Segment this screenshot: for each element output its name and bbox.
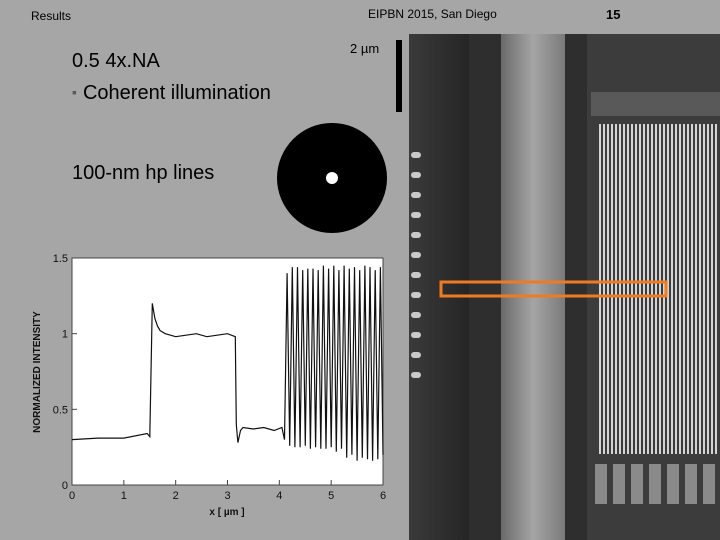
edge-mark bbox=[411, 192, 421, 198]
grating-line bbox=[675, 124, 677, 454]
grating-line bbox=[607, 124, 609, 454]
pupil-diagram bbox=[277, 123, 387, 233]
bullet-text: Coherent illumination bbox=[82, 82, 271, 104]
page-number: 15 bbox=[606, 7, 621, 22]
edge-mark bbox=[411, 332, 421, 338]
edge-mark bbox=[411, 252, 421, 258]
grating-line bbox=[655, 124, 657, 454]
y-tick-label: 0.5 bbox=[53, 404, 68, 416]
scale-bar bbox=[396, 40, 402, 112]
y-tick-label: 0 bbox=[62, 480, 68, 492]
grating-line bbox=[707, 124, 709, 454]
edge-mark bbox=[411, 372, 421, 378]
x-tick-label: 5 bbox=[328, 490, 334, 502]
grating-line bbox=[635, 124, 637, 454]
y-tick-label: 1 bbox=[62, 329, 68, 341]
grating-line bbox=[623, 124, 625, 454]
grating-line bbox=[603, 124, 605, 454]
grating-line bbox=[627, 124, 629, 454]
bottom-pad bbox=[649, 464, 661, 504]
grating-line bbox=[599, 124, 601, 454]
grating-line bbox=[631, 124, 633, 454]
edge-mark bbox=[411, 312, 421, 318]
conference-label: EIPBN 2015, San Diego bbox=[368, 7, 497, 21]
grating-line bbox=[703, 124, 705, 454]
bottom-pad bbox=[631, 464, 643, 504]
slide-title: 0.5 4x.NA bbox=[72, 50, 160, 72]
intensity-plot: 0 1 2 3 4 5 6 0 0.5 1 1.5 NORMALIZED INTENSITY x [… bbox=[32, 253, 386, 518]
grating-line bbox=[679, 124, 681, 454]
grating-line bbox=[647, 124, 649, 454]
grating-line bbox=[671, 124, 673, 454]
grating-line bbox=[615, 124, 617, 454]
slide: Results EIPBN 2015, San Diego 15 0.5 4x.… bbox=[0, 0, 720, 540]
pupil-center-point bbox=[326, 172, 338, 184]
grating-line bbox=[691, 124, 693, 454]
grating-frame bbox=[591, 92, 720, 116]
bottom-pad bbox=[685, 464, 697, 504]
bullet-icon: ▪ bbox=[72, 84, 77, 100]
x-tick-label: 2 bbox=[173, 490, 179, 502]
bottom-pad bbox=[595, 464, 607, 504]
edge-mark bbox=[411, 352, 421, 358]
edge-mark bbox=[411, 212, 421, 218]
bottom-pad bbox=[667, 464, 679, 504]
scale-bar-label: 2 µm bbox=[350, 41, 380, 56]
grating-line bbox=[639, 124, 641, 454]
lines-label: 100-nm hp lines bbox=[72, 162, 215, 184]
y-tick-label: 1.5 bbox=[53, 253, 68, 265]
bright-band bbox=[501, 34, 565, 540]
section-label: Results bbox=[31, 9, 72, 23]
grating-line bbox=[643, 124, 645, 454]
grating-line bbox=[711, 124, 713, 454]
grating-line bbox=[695, 124, 697, 454]
x-tick-label: 3 bbox=[224, 490, 230, 502]
bottom-pad bbox=[613, 464, 625, 504]
grating-line bbox=[699, 124, 701, 454]
x-tick-label: 1 bbox=[121, 490, 127, 502]
sem-image bbox=[409, 34, 720, 540]
bottom-pad bbox=[703, 464, 715, 504]
grating-line bbox=[683, 124, 685, 454]
grating-line bbox=[687, 124, 689, 454]
x-axis-label: x [ µm ] bbox=[209, 507, 244, 518]
bullet-item: ▪ Coherent illumination bbox=[72, 82, 271, 105]
edge-mark bbox=[411, 292, 421, 298]
x-tick-label: 4 bbox=[276, 490, 282, 502]
x-tick-label: 0 bbox=[69, 490, 75, 502]
y-axis-label: NORMALIZED INTENSITY bbox=[32, 311, 43, 433]
edge-mark bbox=[411, 232, 421, 238]
edge-mark bbox=[411, 152, 421, 158]
grating-line bbox=[715, 124, 717, 454]
grating-line bbox=[651, 124, 653, 454]
x-tick-label: 6 bbox=[380, 490, 386, 502]
grating-line bbox=[611, 124, 613, 454]
edge-mark bbox=[411, 272, 421, 278]
edge-mark bbox=[411, 172, 421, 178]
grating-line bbox=[619, 124, 621, 454]
grating-line bbox=[659, 124, 661, 454]
